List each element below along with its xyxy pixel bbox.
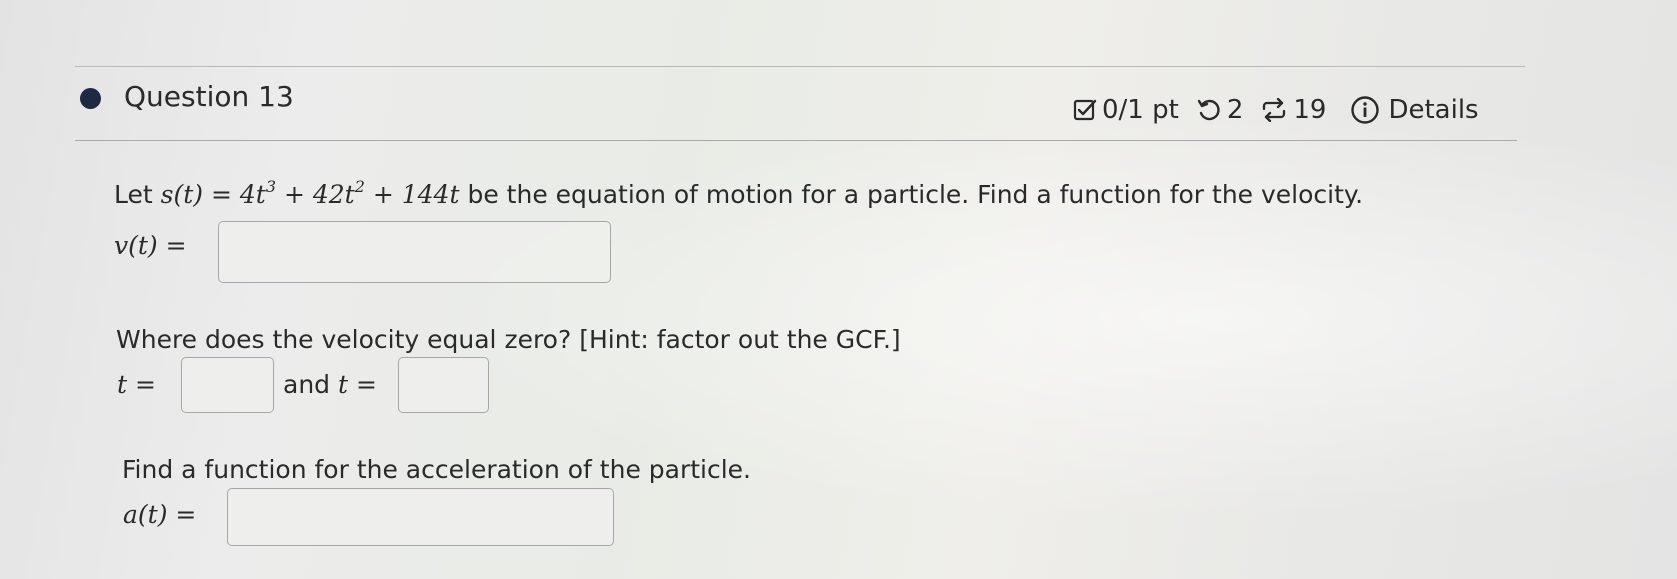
checkbox-icon xyxy=(1073,99,1097,121)
question-title: Question 13 xyxy=(124,80,294,113)
velocity-answer-input[interactable] xyxy=(218,221,611,283)
and-connector: and xyxy=(283,370,331,399)
question-bullet-icon xyxy=(80,88,101,109)
part2-prompt: Where does the velocity equal zero? [Hin… xyxy=(116,325,901,354)
header-divider xyxy=(75,140,1517,141)
question-page: Question 13 0/1 pt 2 19 Details Let s(t)… xyxy=(0,0,1677,579)
part3-prompt: Find a function for the acceleration of … xyxy=(122,455,752,484)
details-label: Details xyxy=(1388,95,1479,125)
submissions-count: 19 xyxy=(1293,95,1327,125)
part1-prompt-lead: Let xyxy=(114,180,153,209)
score-indicator: 0/1 pt xyxy=(1073,95,1179,125)
acceleration-label: a(t) = xyxy=(123,500,197,529)
top-divider xyxy=(75,66,1525,67)
retry-icon xyxy=(1197,99,1220,121)
score-value: 0/1 pt xyxy=(1102,95,1179,125)
acceleration-answer-input[interactable] xyxy=(227,488,614,546)
part1-prompt: Let s(t) = 4t3 + 42t2 + 144t be the equa… xyxy=(114,177,1364,210)
info-icon xyxy=(1351,96,1380,124)
zero1-label: t = xyxy=(117,370,156,399)
submissions-icon xyxy=(1263,98,1286,122)
zero2-answer-input[interactable] xyxy=(398,357,489,413)
details-button[interactable]: Details xyxy=(1326,95,1479,125)
motion-equation: s(t) = 4t3 + 42t2 + 144t xyxy=(160,177,460,210)
question-meta: 0/1 pt 2 19 Details xyxy=(1073,91,1479,129)
zero1-answer-input[interactable] xyxy=(181,357,274,413)
submissions-indicator: 19 xyxy=(1243,95,1326,125)
zero2-label: and t = xyxy=(283,370,377,399)
retries-indicator: 2 xyxy=(1179,95,1244,125)
part1-prompt-tail: be the equation of motion for a particle… xyxy=(467,180,1364,209)
velocity-label: v(t) = xyxy=(114,231,187,260)
retries-count: 2 xyxy=(1226,95,1244,125)
